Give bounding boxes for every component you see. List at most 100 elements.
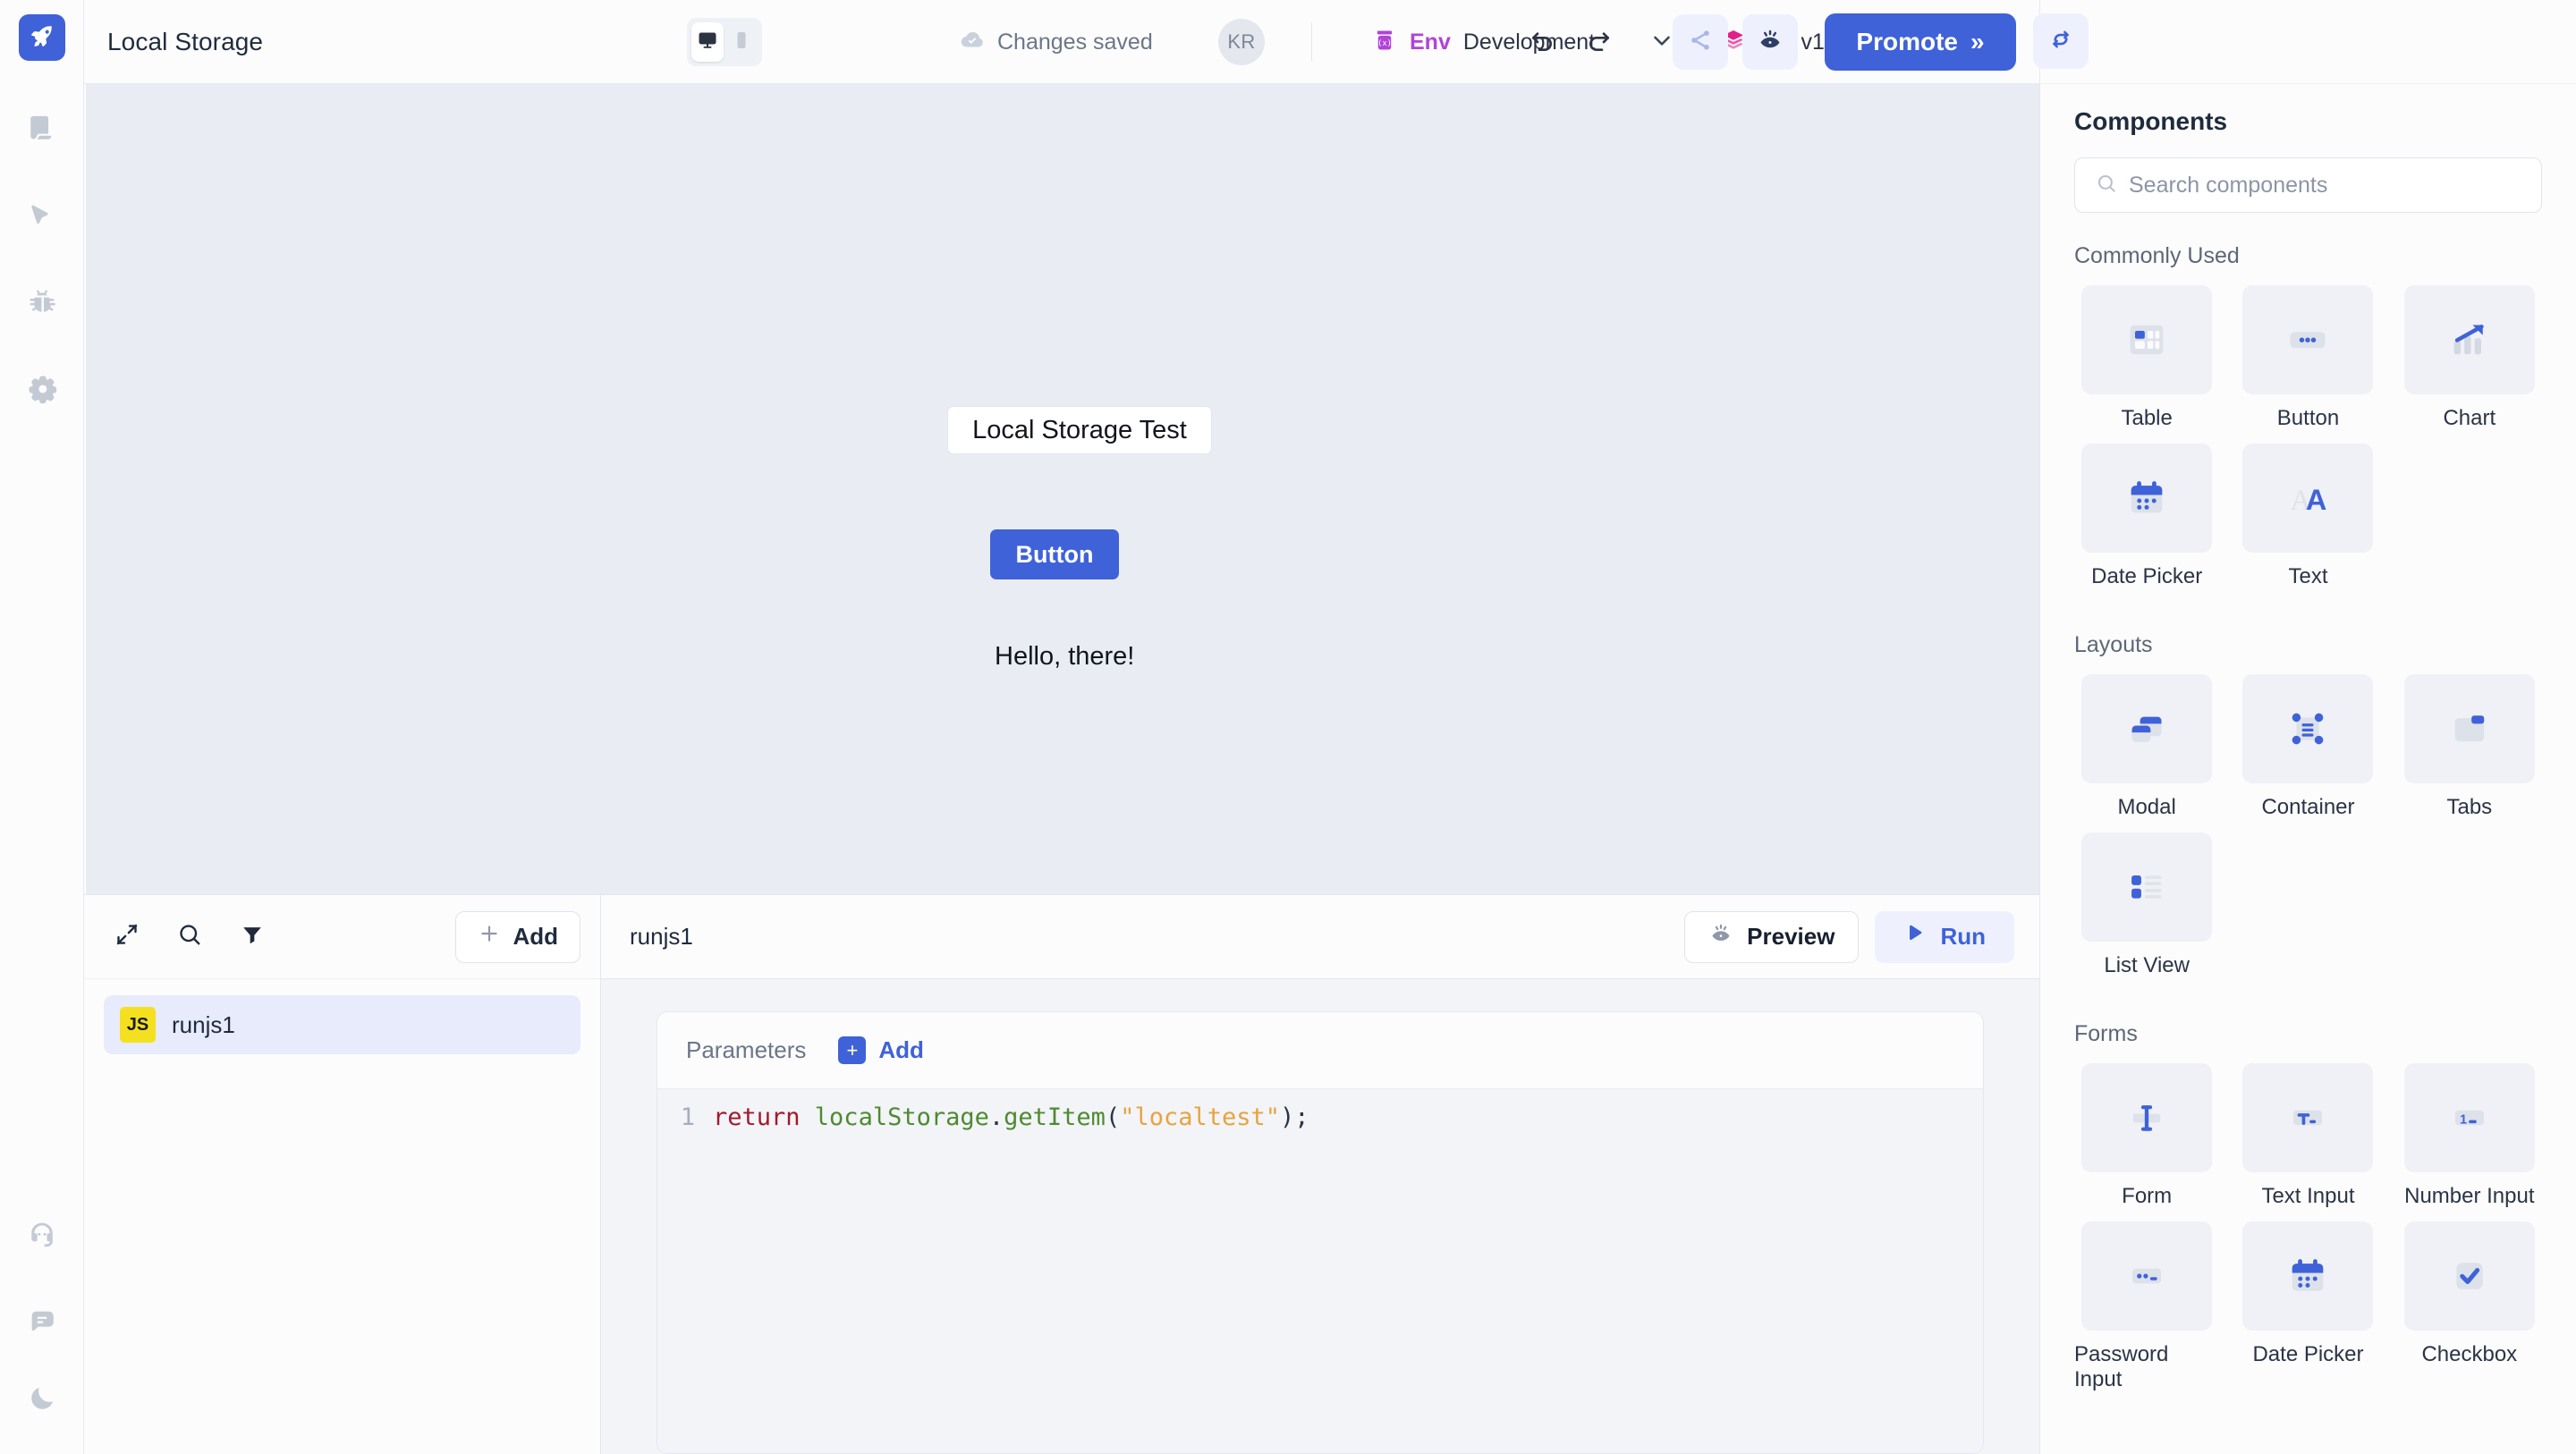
redo-button[interactable] [1578,21,1619,63]
js-badge: JS [120,1007,156,1043]
variable-jar-icon: (x) [1372,28,1397,57]
add-query-button[interactable]: Add [455,910,580,963]
checkbox-icon [2403,1222,2535,1331]
section-title: Forms [2074,1021,2138,1046]
refresh-button[interactable] [2033,13,2089,69]
device-mobile-button[interactable] [725,22,758,62]
preview-button[interactable]: Preview [1684,910,1860,963]
calendar-icon [2081,444,2213,553]
search-components-box[interactable] [2074,157,2542,213]
query-filter-button[interactable] [233,917,272,957]
password-input-icon [2081,1222,2213,1331]
add-parameter-button[interactable]: + Add [838,1036,924,1064]
left-rail [0,0,84,1454]
canvas-inner: Local Storage Test Button Hello, there! [86,84,2038,894]
sidebar-item-cursor[interactable] [0,174,84,261]
editor-header: runjs1 Preview Run [601,895,2039,979]
undo-button[interactable] [1522,21,1563,63]
code-content[interactable]: return localStorage.getItem("localtest")… [713,1103,1309,1131]
editor-body: Parameters + Add 1 return localStorage.g… [601,979,2039,1454]
component-tile-label: Modal [2117,795,2176,819]
component-tile-list-view[interactable]: List View [2074,833,2219,978]
app-logo[interactable] [18,14,65,61]
component-tile-date-picker[interactable]: Date Picker [2074,444,2219,589]
search-icon [2095,172,2118,199]
modal-icon [2081,674,2213,783]
run-button[interactable]: Run [1875,910,2014,963]
sidebar-item-pages[interactable] [0,88,84,174]
component-tile-number-input[interactable]: 1 Number Input [2397,1063,2542,1209]
device-toggle [687,18,762,66]
save-status: Changes saved [959,0,1153,84]
rocket-icon [29,22,55,54]
canvas-hello-text[interactable]: Hello, there! [995,642,1134,672]
share-icon [1687,27,1714,58]
component-tile-checkbox[interactable]: Checkbox [2397,1222,2542,1392]
component-tile-text-input[interactable]: Text Input [2235,1063,2380,1209]
filter-icon [240,922,265,951]
eye-icon [1757,27,1784,58]
calendar-icon [2242,1222,2374,1331]
app-canvas[interactable]: Local Storage Test Button Hello, there! [86,84,2039,894]
code-token: ( [1105,1103,1121,1131]
sidebar-item-chat[interactable] [0,1281,84,1367]
preview-label: Preview [1747,923,1835,950]
component-grid: Table Button Chart Date Picker A A Text [2074,285,2542,602]
component-tile-date-picker[interactable]: Date Picker [2235,1222,2380,1392]
mobile-icon [731,30,752,55]
code-editor[interactable]: 1 return localStorage.getItem("localtest… [657,1089,1983,1453]
run-label: Run [1940,923,1986,950]
text-aa-icon: AA [2242,444,2374,553]
form-icon [2081,1063,2213,1172]
canvas-text-widget[interactable]: Local Storage Test [947,406,1212,454]
code-token: ) [1280,1103,1295,1131]
component-tile-label: List View [2104,953,2190,977]
sidebar-item-dark-mode[interactable] [0,1367,84,1454]
redo-icon [1584,26,1613,59]
canvas-button-widget[interactable]: Button [990,529,1119,579]
component-tile-label: Date Picker [2252,1342,2364,1366]
component-tile-text[interactable]: A A Text [2235,444,2380,589]
share-button[interactable] [1673,14,1728,70]
dark-mode-moon-icon [27,1383,57,1418]
component-tile-table[interactable]: Table [2074,285,2219,431]
list-item[interactable]: JS runjs1 [104,995,580,1054]
component-sections: Commonly Used Table Button Chart Date Picker… [2074,243,2542,1405]
search-icon [176,921,203,952]
sidebar-item-debug[interactable] [0,261,84,348]
parameters-label: Parameters [686,1036,807,1063]
collapse-panel-button[interactable] [107,917,147,957]
component-tile-container[interactable]: Container [2235,674,2380,820]
component-tile-form[interactable]: Form [2074,1063,2219,1209]
device-desktop-button[interactable] [691,22,724,62]
number-input-icon: 1 [2403,1063,2535,1172]
component-tile-chart[interactable]: Chart [2397,285,2542,431]
env-label: Env [1410,29,1451,55]
settings-gear-icon [27,374,57,409]
cursor-icon [27,200,57,235]
promote-button[interactable]: Promote » [1825,13,2016,71]
page-title: Local Storage [107,27,264,55]
sidebar-item-support[interactable] [0,1194,84,1281]
component-tile-password-input[interactable]: Password Input [2074,1222,2219,1392]
component-tile-tabs[interactable]: Tabs [2397,674,2542,820]
support-headset-icon [27,1220,57,1255]
search-input[interactable] [2129,172,2521,199]
section-title: Layouts [2074,632,2153,657]
component-tile-modal[interactable]: Modal [2074,674,2219,820]
avatar[interactable]: KR [1218,19,1265,65]
sidebar-item-settings[interactable] [0,348,84,435]
svg-text:A: A [2306,484,2326,516]
list-view-icon [2081,833,2213,942]
component-tile-label: Number Input [2404,1184,2535,1208]
component-tile-label: Date Picker [2091,564,2203,588]
refresh-icon [2047,26,2074,57]
editor-title: runjs1 [630,923,693,950]
add-query-label: Add [513,923,558,950]
preview-app-button[interactable] [1742,14,1798,70]
double-chevron-right-icon: » [1970,28,1985,55]
components-panel: Components Commonly Used Table Button Chart… [2039,0,2576,1454]
component-tile-button[interactable]: Button [2235,285,2380,431]
collapse-arrows-icon [114,921,140,952]
query-search-button[interactable] [170,917,209,957]
